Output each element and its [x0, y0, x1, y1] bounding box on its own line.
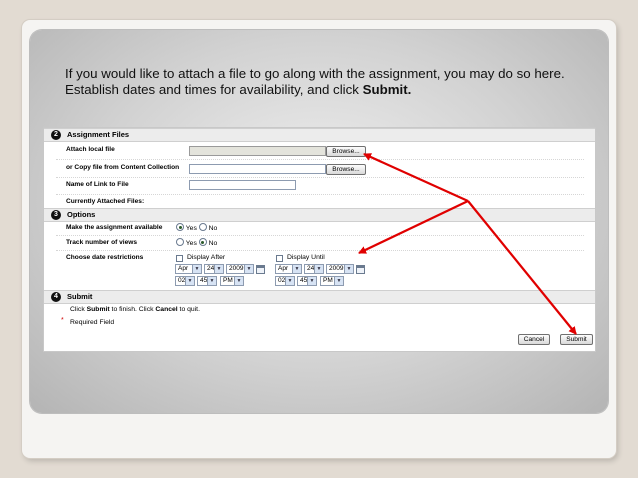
after-year-select[interactable]: 2009 ▼ — [226, 264, 254, 274]
content-collection-input[interactable] — [189, 164, 326, 174]
after-ampm-select[interactable]: PM ▼ — [220, 276, 244, 286]
make-available-label: Make the assignment available — [66, 224, 163, 231]
track-yes-label: Yes — [185, 240, 197, 247]
browse-collection-button[interactable]: Browse... — [326, 164, 366, 175]
submit-instruction: Click Submit to finish. Click Cancel to … — [70, 306, 200, 313]
instruction-submit-word: Submit — [86, 306, 110, 313]
available-no-radio[interactable] — [198, 223, 207, 231]
instruction-middle: to finish. Click — [109, 306, 156, 313]
until-year-value: 2009 — [329, 265, 344, 272]
chevron-down-icon: ▼ — [214, 265, 223, 273]
step-4-badge: 4 — [51, 292, 61, 302]
until-month-select[interactable]: Apr ▼ — [275, 264, 302, 274]
date-restrictions-label: Choose date restrictions — [66, 254, 144, 261]
after-year-value: 2009 — [229, 265, 244, 272]
display-after-checkbox[interactable] — [176, 255, 183, 262]
submit-button[interactable]: Submit — [560, 334, 593, 345]
chevron-down-icon: ▼ — [307, 277, 316, 285]
until-month-value: Apr — [278, 265, 289, 272]
until-ampm-value: PM — [323, 277, 333, 284]
until-hour-select[interactable]: 02 ▼ — [275, 276, 295, 286]
after-hour-select[interactable]: 02 ▼ — [175, 276, 195, 286]
track-no-radio[interactable] — [198, 238, 207, 246]
until-year-select[interactable]: 2009 ▼ — [326, 264, 354, 274]
step-2-badge: 2 — [51, 130, 61, 140]
display-after-label: Display After — [187, 254, 226, 261]
link-name-input[interactable] — [189, 180, 296, 190]
section-header-options: 3 Options — [44, 208, 595, 222]
after-month-value: Apr — [178, 265, 189, 272]
row-divider — [56, 177, 584, 178]
chevron-down-icon: ▼ — [185, 277, 194, 285]
row-divider — [56, 159, 584, 160]
required-field-label: Required Field — [70, 319, 115, 326]
until-minute-select[interactable]: 45 ▼ — [297, 276, 317, 286]
attach-local-file-input[interactable] — [189, 146, 326, 156]
until-calendar-icon[interactable] — [356, 265, 365, 274]
available-radio-group: Yes No — [176, 223, 217, 234]
chevron-down-icon: ▼ — [207, 277, 216, 285]
instruction-cancel-word: Cancel — [155, 306, 178, 313]
after-ampm-value: PM — [223, 277, 233, 284]
available-yes-label: Yes — [185, 225, 197, 232]
instruction-prefix: Click — [70, 306, 87, 313]
section-title-submit: Submit — [67, 292, 93, 301]
slide-caption: If you would like to attach a file to go… — [65, 66, 595, 98]
currently-attached-files-label: Currently Attached Files: — [66, 198, 145, 205]
chevron-down-icon: ▼ — [234, 277, 243, 285]
link-name-label: Name of Link to File — [66, 181, 129, 188]
row-divider — [56, 235, 584, 236]
section-title-assignment-files: Assignment Files — [67, 130, 130, 139]
caption-text: If you would like to attach a file to go… — [65, 66, 565, 97]
chevron-down-icon: ▼ — [314, 265, 323, 273]
chevron-down-icon: ▼ — [192, 265, 201, 273]
section-header-submit: 4 Submit — [44, 290, 595, 304]
track-yes-radio[interactable] — [176, 238, 184, 246]
section-title-options: Options — [67, 210, 96, 219]
browse-local-button[interactable]: Browse... — [326, 146, 366, 157]
track-views-label: Track number of views — [66, 239, 138, 246]
display-until-checkbox[interactable] — [276, 255, 283, 262]
chevron-down-icon: ▼ — [244, 265, 253, 273]
chevron-down-icon: ▼ — [344, 265, 353, 273]
required-star: * — [61, 317, 64, 324]
available-no-label: No — [208, 225, 218, 232]
after-minute-select[interactable]: 45 ▼ — [197, 276, 217, 286]
attach-local-file-label: Attach local file — [66, 146, 115, 153]
section-header-assignment-files: 2 Assignment Files — [44, 128, 595, 142]
after-calendar-icon[interactable] — [256, 265, 265, 274]
after-month-select[interactable]: Apr ▼ — [175, 264, 202, 274]
blackboard-form-screenshot: 2 Assignment Files Attach local file Bro… — [43, 127, 596, 352]
display-until-label: Display Until — [287, 254, 325, 261]
copy-from-content-collection-label: or Copy file from Content Collection — [66, 164, 180, 171]
chevron-down-icon: ▼ — [285, 277, 294, 285]
until-ampm-select[interactable]: PM ▼ — [320, 276, 344, 286]
chevron-down-icon: ▼ — [334, 277, 343, 285]
after-day-select[interactable]: 24 ▼ — [204, 264, 224, 274]
track-radio-group: Yes No — [176, 238, 217, 249]
chevron-down-icon: ▼ — [292, 265, 301, 273]
instruction-suffix: to quit. — [177, 306, 200, 313]
step-3-badge: 3 — [51, 210, 61, 220]
caption-bold-submit: Submit. — [362, 82, 412, 97]
cancel-button[interactable]: Cancel — [518, 334, 550, 345]
until-day-select[interactable]: 24 ▼ — [304, 264, 324, 274]
row-divider — [56, 194, 584, 195]
row-divider — [56, 250, 584, 251]
track-no-label: No — [208, 240, 218, 247]
available-yes-radio[interactable] — [176, 223, 184, 231]
